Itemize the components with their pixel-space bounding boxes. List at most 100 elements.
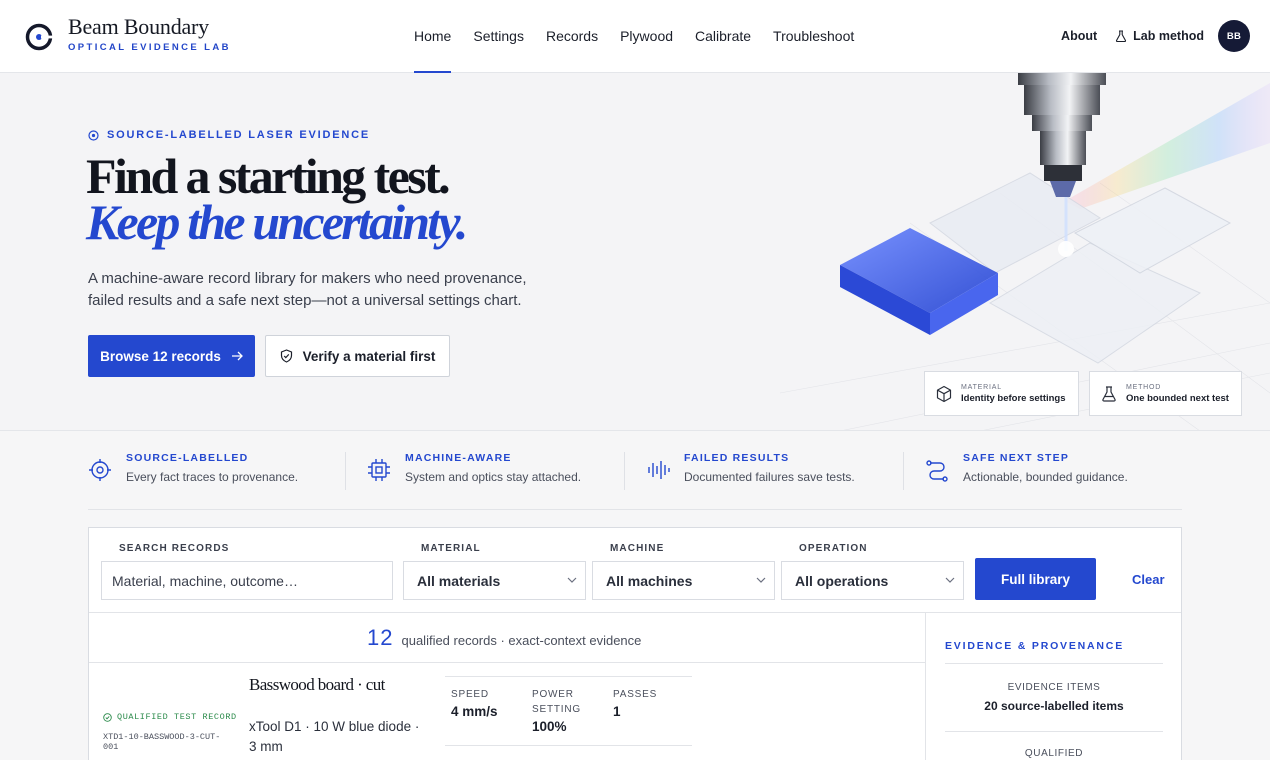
stat-key: PASSES: [613, 689, 658, 700]
feature-desc: System and optics stay attached.: [405, 470, 582, 484]
browse-records-label: Browse 12 records: [100, 348, 221, 364]
feature-desc: Actionable, bounded guidance.: [963, 470, 1128, 484]
stat-key: POWER SETTING: [532, 689, 581, 715]
chevron-down-icon: [567, 577, 577, 583]
search-input[interactable]: Material, machine, outcome…: [101, 561, 393, 600]
top-navigation: Beam Boundary OPTICAL EVIDENCE LAB Home …: [0, 0, 1270, 73]
record-title: Basswood board · cut: [249, 675, 385, 694]
record-id: XTD1-10-BASSWOOD-3-CUT-001: [103, 732, 221, 752]
operation-select[interactable]: All operations: [781, 561, 964, 600]
nav-troubleshoot[interactable]: Troubleshoot: [762, 0, 865, 72]
stat-passes: PASSES 1: [613, 687, 657, 719]
feature-desc: Documented failures save tests.: [684, 470, 855, 484]
feature-failed-results: FAILED RESULTS Documented failures save …: [624, 432, 903, 509]
feature-title: SAFE NEXT STEP: [963, 452, 1070, 464]
flask-icon: [1102, 385, 1116, 402]
user-avatar[interactable]: BB: [1218, 20, 1250, 52]
arrow-right-icon: [231, 351, 243, 361]
target-icon: [89, 459, 111, 481]
machine-label: MACHINE: [610, 543, 665, 554]
material-chip: MATERIAL Identity before settings: [924, 371, 1079, 416]
browse-records-button[interactable]: Browse 12 records: [88, 335, 255, 377]
results-list: 12 qualified records · exact-context evi…: [89, 613, 926, 760]
cube-icon: [936, 385, 952, 402]
nav-lab-method[interactable]: Lab method: [1115, 29, 1204, 43]
nav-home[interactable]: Home: [403, 0, 462, 73]
hero-heading: Find a starting test. Keep the uncertain…: [86, 151, 468, 250]
lab-method-label: Lab method: [1133, 29, 1204, 43]
eyebrow-text: SOURCE-LABELLED LASER EVIDENCE: [107, 129, 371, 141]
material-chip-value: Identity before settings: [961, 392, 1066, 404]
chevron-down-icon: [945, 577, 955, 583]
method-chip-value: One bounded next test: [1126, 392, 1229, 404]
method-chip: METHOD One bounded next test: [1089, 371, 1242, 416]
stat-speed: SPEED 4 mm/s: [451, 687, 498, 719]
hero-eyebrow: SOURCE-LABELLED LASER EVIDENCE: [88, 129, 370, 141]
stat-value: 1: [613, 704, 621, 719]
chip-icon: [368, 459, 390, 481]
qualified-key: QUALIFIED: [1024, 748, 1084, 759]
clear-filters-button[interactable]: Clear: [1132, 572, 1165, 587]
material-label: MATERIAL: [421, 543, 481, 554]
nav-settings[interactable]: Settings: [462, 0, 535, 72]
stat-power: POWER SETTING 100%: [532, 687, 592, 734]
stat-value: 100%: [532, 719, 567, 734]
search-label: SEARCH RECORDS: [119, 543, 230, 554]
results-count: 12: [367, 625, 394, 650]
material-select-value: All materials: [417, 572, 501, 589]
sidebar-title: EVIDENCE & PROVENANCE: [945, 640, 1124, 652]
check-circle-icon: [103, 712, 112, 722]
feature-safe-next-step: SAFE NEXT STEP Actionable, bounded guida…: [903, 432, 1182, 509]
nav-plywood[interactable]: Plywood: [609, 0, 684, 72]
record-search-panel: SEARCH RECORDS Material, machine, outcom…: [88, 527, 1182, 760]
feature-desc: Every fact traces to provenance.: [126, 470, 299, 484]
feature-source-labelled: SOURCE-LABELLED Every fact traces to pro…: [88, 432, 345, 509]
feature-title: MACHINE-AWARE: [405, 452, 512, 464]
machine-select-value: All machines: [606, 572, 693, 589]
feature-title: FAILED RESULTS: [684, 452, 790, 464]
record-stats: SPEED 4 mm/s POWER SETTING 100% PASSES 1: [445, 676, 692, 746]
verify-material-label: Verify a material first: [302, 348, 436, 364]
chevron-down-icon: [756, 577, 766, 583]
divider: [945, 731, 1163, 732]
results-summary-text: qualified records · exact-context eviden…: [401, 633, 642, 648]
qualified-badge: QUALIFIED TEST RECORD: [103, 712, 237, 722]
stat-key: SPEED: [451, 689, 489, 700]
material-select[interactable]: All materials: [403, 561, 586, 600]
record-card[interactable]: QUALIFIED TEST RECORD XTD1-10-BASSWOOD-3…: [89, 663, 926, 760]
beam-logo-icon: [25, 23, 54, 51]
operation-select-value: All operations: [795, 572, 889, 589]
target-icon: [88, 129, 99, 141]
evidence-items-value: 20 source-labelled items: [984, 699, 1124, 713]
route-icon: [926, 460, 948, 482]
nav-calibrate[interactable]: Calibrate: [684, 0, 762, 72]
evidence-items-key: EVIDENCE ITEMS: [1007, 682, 1101, 693]
brand-subtitle: OPTICAL EVIDENCE LAB: [68, 42, 231, 53]
hero-section: SOURCE-LABELLED LASER EVIDENCE Find a st…: [0, 73, 1270, 431]
shield-check-icon: [280, 349, 292, 363]
evidence-sidebar: EVIDENCE & PROVENANCE EVIDENCE ITEMS 20 …: [927, 613, 1181, 760]
nav-records[interactable]: Records: [535, 0, 609, 72]
divider: [945, 663, 1163, 664]
full-library-button[interactable]: Full library: [975, 558, 1096, 600]
hero-heading-line2: Keep the uncertainty.: [86, 194, 468, 250]
nav-utilities: About Lab method BB: [1061, 20, 1250, 52]
feature-strip: SOURCE-LABELLED Every fact traces to pro…: [88, 432, 1182, 510]
stat-value: 4 mm/s: [451, 704, 498, 719]
operation-label: OPERATION: [799, 543, 868, 554]
method-chip-key: METHOD: [1126, 383, 1162, 391]
waveform-icon: [648, 461, 670, 479]
brand-logo[interactable]: Beam Boundary OPTICAL EVIDENCE LAB: [24, 14, 231, 53]
flask-icon: [1116, 30, 1127, 42]
material-chip-key: MATERIAL: [961, 383, 1002, 391]
feature-machine-aware: MACHINE-AWARE System and optics stay att…: [345, 432, 624, 509]
results-summary: 12 qualified records · exact-context evi…: [367, 625, 641, 651]
machine-select[interactable]: All machines: [592, 561, 775, 600]
hero-description: A machine-aware record library for maker…: [88, 270, 527, 309]
nav-about[interactable]: About: [1061, 29, 1097, 43]
verify-material-button[interactable]: Verify a material first: [265, 335, 450, 377]
feature-title: SOURCE-LABELLED: [126, 452, 249, 464]
brand-name: Beam Boundary: [68, 14, 209, 39]
main-nav: Home Settings Records Plywood Calibrate …: [403, 0, 865, 73]
qualified-badge-label: QUALIFIED TEST RECORD: [117, 712, 237, 722]
